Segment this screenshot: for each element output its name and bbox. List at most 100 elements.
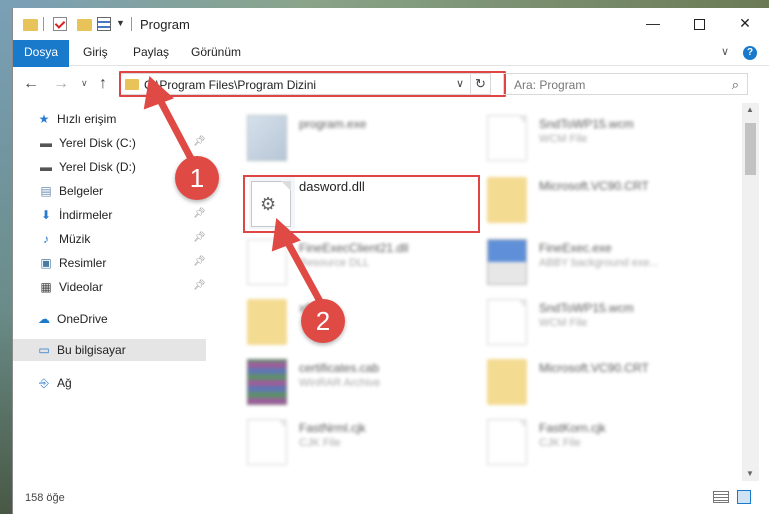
list-item[interactable]: FineExec.exe ABBY background exe...: [483, 237, 723, 293]
folder-icon: [487, 177, 527, 223]
pin-icon[interactable]: 📌︎: [193, 232, 206, 243]
file-name: FastKorn.cjk: [539, 421, 606, 435]
nav-item-pictures[interactable]: ▣ Resimler 📌︎: [13, 252, 206, 274]
pin-icon[interactable]: 📌︎: [193, 208, 206, 219]
search-placeholder[interactable]: Ara: Program: [514, 78, 585, 92]
nav-item-onedrive[interactable]: ☁ OneDrive: [13, 308, 206, 330]
step-marker-2: 2: [301, 299, 345, 343]
nav-quick-access[interactable]: ★ Hızlı erişim: [13, 108, 206, 130]
search-icon[interactable]: ⌕: [732, 77, 739, 93]
search-box[interactable]: Ara: Program ⌕: [503, 73, 748, 95]
file-type: WCM File: [539, 317, 588, 329]
file-name: program.exe: [299, 117, 367, 131]
file-name: certificates.cab: [299, 361, 380, 375]
tab-view[interactable]: Görünüm: [191, 40, 241, 65]
tab-home[interactable]: Giriş: [83, 40, 108, 65]
pin-icon[interactable]: 📌︎: [193, 136, 206, 147]
quick-access-dropdown-icon[interactable]: ▼: [116, 18, 125, 36]
file-type: CJK File: [539, 437, 581, 449]
nav-item-downloads[interactable]: ⬇ İndirmeler 📌︎: [13, 204, 206, 226]
back-button[interactable]: ←: [23, 75, 39, 93]
drive-icon: ▬: [40, 136, 52, 150]
forward-button[interactable]: →: [53, 75, 69, 93]
maximize-button[interactable]: [676, 8, 722, 38]
properties-icon[interactable]: [97, 17, 111, 31]
file-name: Microsoft.VC90.CRT: [539, 361, 649, 375]
scroll-thumb[interactable]: [745, 123, 756, 175]
list-item[interactable]: x64: [243, 297, 483, 353]
list-item[interactable]: FineExecClient21.dll Resource DLL: [243, 237, 483, 293]
pin-icon[interactable]: 📌︎: [193, 280, 206, 291]
scroll-down-icon[interactable]: ▼: [746, 469, 754, 478]
item-count: 158 öğe: [25, 492, 65, 504]
nav-label: Yerel Disk (D:): [59, 160, 136, 174]
list-item[interactable]: program.exe: [243, 113, 483, 169]
drive-icon: ▬: [40, 160, 52, 174]
pictures-icon: ▣: [40, 256, 52, 270]
address-highlight-box: [119, 71, 506, 97]
computer-icon: ▭: [38, 343, 50, 357]
nav-item-this-pc[interactable]: ▭ Bu bilgisayar: [13, 339, 206, 361]
file-icon: [247, 419, 287, 465]
toolbar-divider: [43, 17, 44, 31]
nav-label: OneDrive: [57, 312, 108, 326]
tab-share[interactable]: Paylaş: [133, 40, 169, 65]
recent-locations-icon[interactable]: ∨: [81, 78, 88, 89]
list-item[interactable]: FastKorn.cjk CJK File: [483, 417, 723, 473]
file-type: WinRAR Archive: [299, 377, 381, 389]
new-folder-icon[interactable]: [77, 19, 92, 31]
nav-item-local-disk-c[interactable]: ▬ Yerel Disk (C:) 📌︎: [13, 132, 206, 154]
file-icon: [487, 419, 527, 465]
navigation-pane: ★ Hızlı erişim ▬ Yerel Disk (C:) 📌︎ ▬ Ye…: [13, 108, 206, 481]
list-item[interactable]: SndToWP15.wcm WCM File: [483, 113, 723, 169]
nav-label: Bu bilgisayar: [57, 343, 126, 357]
file-list: program.exe SndToWP15.wcm WCM File ⚙ das…: [213, 103, 743, 475]
properties-check-icon[interactable]: [53, 17, 67, 31]
exe-file-icon: [247, 115, 287, 161]
window-title: Program: [140, 17, 190, 32]
file-name: Microsoft.VC90.CRT: [539, 179, 649, 193]
nav-label: Ağ: [57, 376, 72, 390]
help-icon[interactable]: ?: [743, 46, 757, 60]
download-icon: ⬇: [40, 208, 52, 222]
up-button[interactable]: ↑: [99, 75, 107, 93]
nav-item-videos[interactable]: ▦ Videolar 📌︎: [13, 276, 206, 298]
minimize-button[interactable]: —: [630, 8, 676, 38]
list-item[interactable]: SndToWP15.wcm WCM File: [483, 297, 723, 353]
file-name: FastNrml.cjk: [299, 421, 366, 435]
maximize-icon: [693, 18, 705, 30]
ribbon: Dosya Giriş Paylaş Görünüm ∨ ?: [13, 40, 769, 96]
list-item[interactable]: Microsoft.VC90.CRT: [483, 357, 723, 413]
details-view-icon[interactable]: [713, 491, 729, 503]
vertical-scrollbar[interactable]: ▲ ▼: [742, 103, 759, 481]
title-bar: ▼ Program — ✕: [13, 8, 769, 40]
pin-icon[interactable]: 📌︎: [193, 256, 206, 267]
list-item[interactable]: Microsoft.VC90.CRT: [483, 175, 723, 231]
large-icons-view-icon[interactable]: [737, 490, 751, 504]
exe-file-icon: [487, 239, 527, 285]
file-type: WCM File: [539, 133, 588, 145]
expand-ribbon-icon[interactable]: ∨: [721, 45, 729, 58]
nav-label: Hızlı erişim: [57, 112, 117, 126]
nav-label: İndirmeler: [59, 208, 113, 222]
status-bar: 158 öğe: [13, 481, 769, 514]
step-marker-1: 1: [175, 156, 219, 200]
close-button[interactable]: ✕: [722, 8, 768, 38]
scroll-up-icon[interactable]: ▲: [746, 105, 754, 114]
nav-item-music[interactable]: ♪ Müzik 📌︎: [13, 228, 206, 250]
file-name: SndToWP15.wcm: [539, 301, 634, 315]
documents-icon: ▤: [40, 184, 52, 198]
list-item[interactable]: FastNrml.cjk CJK File: [243, 417, 483, 473]
network-icon: ⎆: [39, 376, 49, 390]
nav-label: Resimler: [59, 256, 107, 270]
star-icon: ★: [38, 112, 50, 126]
list-item[interactable]: certificates.cab WinRAR Archive: [243, 357, 483, 413]
file-name: FineExec.exe: [539, 241, 612, 255]
cloud-icon: ☁: [38, 312, 50, 326]
file-type: CJK File: [299, 437, 341, 449]
navigation-bar: ← → ∨ ↑ C:\Program Files\Program Dizini …: [13, 67, 769, 101]
nav-item-network[interactable]: ⎆ Ağ: [13, 372, 206, 394]
file-type: Resource DLL: [299, 257, 370, 269]
toolbar-divider: [131, 17, 132, 31]
file-name: SndToWP15.wcm: [539, 117, 634, 131]
